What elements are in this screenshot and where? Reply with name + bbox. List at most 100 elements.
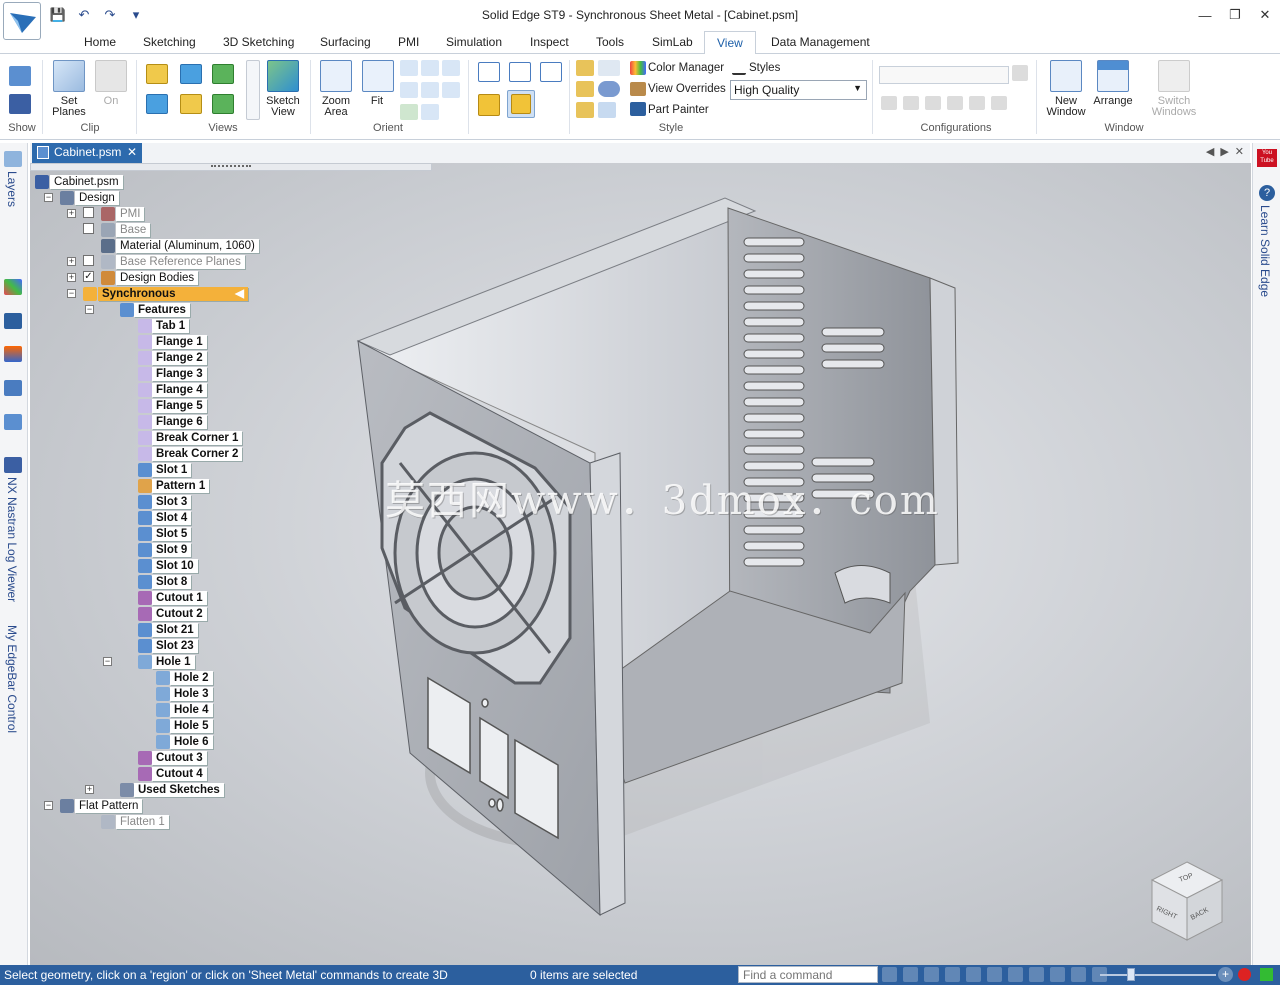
- go-icon[interactable]: [882, 967, 897, 982]
- close-document-icon[interactable]: ✕: [1235, 145, 1244, 158]
- collapse-toggle[interactable]: −: [44, 193, 53, 202]
- tree-feature-item[interactable]: Cutout 3: [152, 751, 207, 765]
- style-lights-icon[interactable]: [598, 102, 616, 118]
- tree-hole-item[interactable]: Hole 3: [170, 687, 213, 701]
- tab-surfacing[interactable]: Surfacing: [320, 35, 371, 49]
- tree-feature-item[interactable]: Slot 1: [152, 463, 192, 477]
- results-icon[interactable]: [4, 346, 22, 362]
- view-top-icon[interactable]: [146, 94, 168, 114]
- refresh-view-icon[interactable]: [400, 104, 418, 120]
- save-view-icon[interactable]: [421, 104, 439, 120]
- tree-feature-item[interactable]: Cutout 4: [152, 767, 207, 781]
- arrange-button[interactable]: Arrange: [1091, 60, 1135, 107]
- expand-toggle[interactable]: +: [67, 273, 76, 282]
- tab-data-management[interactable]: Data Management: [771, 35, 870, 49]
- tree-features[interactable]: Features: [134, 303, 190, 317]
- new-window-button[interactable]: New Window: [1042, 60, 1090, 118]
- tab-tools[interactable]: Tools: [596, 35, 624, 49]
- tree-root[interactable]: Cabinet.psm: [50, 175, 123, 189]
- tab-pmi[interactable]: PMI: [398, 35, 419, 49]
- youtube-icon[interactable]: You Tube: [1257, 149, 1277, 167]
- tree-synchronous[interactable]: Synchronous ◀: [98, 287, 248, 301]
- view-iso-icon[interactable]: [146, 64, 168, 84]
- color-manager-button[interactable]: Color Manager: [648, 62, 724, 74]
- set-planes-button[interactable]: Set Planes: [49, 60, 89, 118]
- fit-button[interactable]: Fit: [362, 60, 394, 107]
- expand-toggle[interactable]: +: [67, 209, 76, 218]
- spin-about-icon[interactable]: [421, 82, 439, 98]
- tree-feature-item[interactable]: Flange 6: [152, 415, 207, 429]
- shaded-cube-icon[interactable]: [478, 94, 500, 116]
- edgebar-control-tab[interactable]: My EdgeBar Control: [5, 625, 19, 733]
- tree-feature-item[interactable]: Break Corner 1: [152, 431, 243, 445]
- zoom-in-icon[interactable]: +: [1218, 967, 1233, 982]
- tree-flat-pattern[interactable]: Flat Pattern: [75, 799, 143, 813]
- hidden-edges-cube-icon[interactable]: [540, 62, 562, 82]
- tab-view[interactable]: View: [704, 31, 756, 55]
- design-bodies-checkbox[interactable]: ✓: [83, 271, 94, 282]
- tree-horizontal-scrollbar[interactable]: [30, 163, 432, 171]
- nastran-log-viewer-tab[interactable]: NX Nastran Log Viewer: [5, 477, 19, 602]
- tree-hole-item[interactable]: Hole 4: [170, 703, 213, 717]
- tree-feature-item[interactable]: Slot 9: [152, 543, 192, 557]
- view-overrides-button[interactable]: View Overrides: [648, 83, 726, 95]
- tree-feature-item[interactable]: Flange 1: [152, 335, 207, 349]
- collapse-toggle[interactable]: −: [85, 305, 94, 314]
- stop-icon[interactable]: [1238, 968, 1251, 981]
- tree-feature-item[interactable]: Flange 2: [152, 351, 207, 365]
- pan-icon[interactable]: [966, 967, 981, 982]
- nastran-log-icon[interactable]: [4, 457, 22, 473]
- help-circle-icon[interactable]: ?: [1259, 185, 1275, 201]
- scroll-right-icon[interactable]: ▶: [1220, 145, 1228, 158]
- parts-library-icon[interactable]: [4, 414, 22, 430]
- tree-feature-item[interactable]: Cutout 1: [152, 591, 207, 605]
- scroll-left-icon[interactable]: ◀: [1206, 145, 1214, 158]
- command-finder-input[interactable]: [738, 966, 878, 983]
- application-button[interactable]: [3, 2, 41, 40]
- visible-edges-cube-icon[interactable]: [509, 62, 531, 82]
- collapse-toggle[interactable]: −: [103, 657, 112, 666]
- clip-on-button[interactable]: On: [93, 60, 129, 107]
- close-button[interactable]: ✕: [1250, 0, 1280, 30]
- tree-grip[interactable]: [211, 165, 251, 169]
- views-gallery-scroll[interactable]: [246, 60, 260, 120]
- tree-feature-item[interactable]: Slot 10: [152, 559, 198, 573]
- zoom-area-icon[interactable]: [903, 967, 918, 982]
- minimize-button[interactable]: —: [1190, 0, 1220, 30]
- pmi-checkbox[interactable]: [83, 207, 94, 218]
- view-options-icon[interactable]: [442, 82, 460, 98]
- tree-feature-item[interactable]: Slot 5: [152, 527, 192, 541]
- tab-simulation[interactable]: Simulation: [446, 35, 502, 49]
- view-right-icon[interactable]: [212, 64, 234, 84]
- restore-button[interactable]: ❐: [1220, 0, 1250, 30]
- layers-tab[interactable]: Layers: [5, 171, 19, 207]
- style-reflective-icon[interactable]: [576, 81, 594, 97]
- tree-design-bodies[interactable]: Design Bodies: [116, 271, 199, 285]
- view-left-icon[interactable]: [212, 94, 234, 114]
- view-cube[interactable]: TOP RIGHT BACK: [1150, 860, 1224, 942]
- tree-hole-item[interactable]: Hole 6: [170, 735, 213, 749]
- tab-sketching[interactable]: Sketching: [143, 35, 196, 49]
- tree-feature-item[interactable]: Slot 21: [152, 623, 198, 637]
- view-front-icon[interactable]: [180, 64, 202, 84]
- show-hide-icon[interactable]: [9, 94, 31, 114]
- rotate-icon[interactable]: [400, 82, 418, 98]
- tree-feature-item[interactable]: Pattern 1: [152, 479, 210, 493]
- tree-feature-item[interactable]: Slot 3: [152, 495, 192, 509]
- tree-feature-item[interactable]: Flange 5: [152, 399, 207, 413]
- part-painter-button[interactable]: Part Painter: [648, 104, 709, 116]
- tree-material[interactable]: Material (Aluminum, 1060): [116, 239, 259, 253]
- collapse-toggle[interactable]: −: [44, 801, 53, 810]
- color-panel-icon[interactable]: [4, 279, 22, 295]
- rotate-icon[interactable]: [987, 967, 1002, 982]
- view-bottom-icon[interactable]: [180, 94, 202, 114]
- styles-button[interactable]: Styles: [749, 62, 780, 74]
- show-all-icon[interactable]: [9, 66, 31, 86]
- tree-feature-item[interactable]: Flange 4: [152, 383, 207, 397]
- tree-feature-item[interactable]: Slot 23: [152, 639, 198, 653]
- previous-view-icon[interactable]: [442, 60, 460, 76]
- style-edges-icon[interactable]: [598, 60, 620, 76]
- upload-icon[interactable]: [1260, 968, 1273, 981]
- learn-solid-edge-tab[interactable]: Learn Solid Edge: [1258, 205, 1272, 297]
- close-icon[interactable]: ✕: [127, 145, 137, 159]
